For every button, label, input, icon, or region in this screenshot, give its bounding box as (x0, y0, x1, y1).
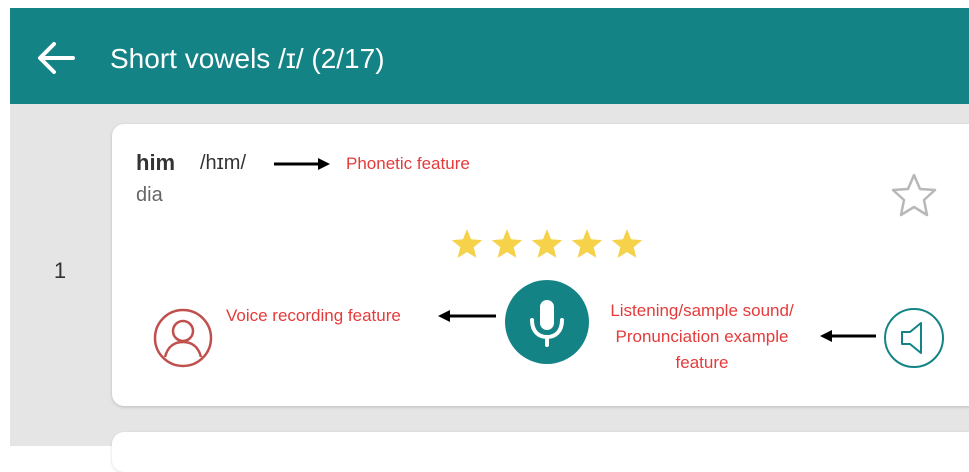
annotation-listen: Listening/sample sound/ Pronunciation ex… (582, 298, 822, 376)
list-item-next[interactable] (112, 432, 969, 472)
star-filled-icon (571, 229, 603, 258)
star-filled-icon (531, 229, 563, 258)
annotation-voice: Voice recording feature (226, 306, 401, 325)
annotation-listen-line-2: Pronunciation example (615, 327, 789, 346)
star-filled-icon (451, 229, 483, 258)
microphone-button[interactable] (505, 280, 589, 364)
app-bar: Short vowels /ɪ/ (2/17) (10, 8, 969, 104)
annotation-listen-line-3: feature (675, 353, 729, 372)
annotation-arrow-phonetic (274, 158, 330, 170)
meaning-text: dia (136, 184, 163, 206)
list-item-index: 1 (53, 258, 67, 283)
annotation-arrow-listen (820, 330, 876, 342)
star-filled-icon (611, 229, 643, 258)
arrow-left-icon[interactable] (36, 40, 76, 76)
annotation-phonetic: Phonetic feature (346, 154, 470, 173)
star-filled-icon (491, 229, 523, 258)
annotation-listen-line-1: Listening/sample sound/ (610, 301, 794, 320)
page-title: Short vowels /ɪ/ (2/17) (110, 43, 385, 74)
speaker-icon[interactable] (882, 306, 946, 370)
rating-stars (451, 229, 643, 258)
word-text: him (136, 150, 176, 175)
annotation-arrow-voice (438, 310, 496, 322)
phonetic-text: /hɪm/ (200, 152, 247, 174)
user-circle-icon[interactable] (152, 307, 214, 369)
microphone-icon (530, 300, 564, 347)
star-outline-icon[interactable] (890, 172, 938, 218)
list-item[interactable]: him /hɪm/ dia Phonetic feature Voice rec… (112, 124, 969, 406)
